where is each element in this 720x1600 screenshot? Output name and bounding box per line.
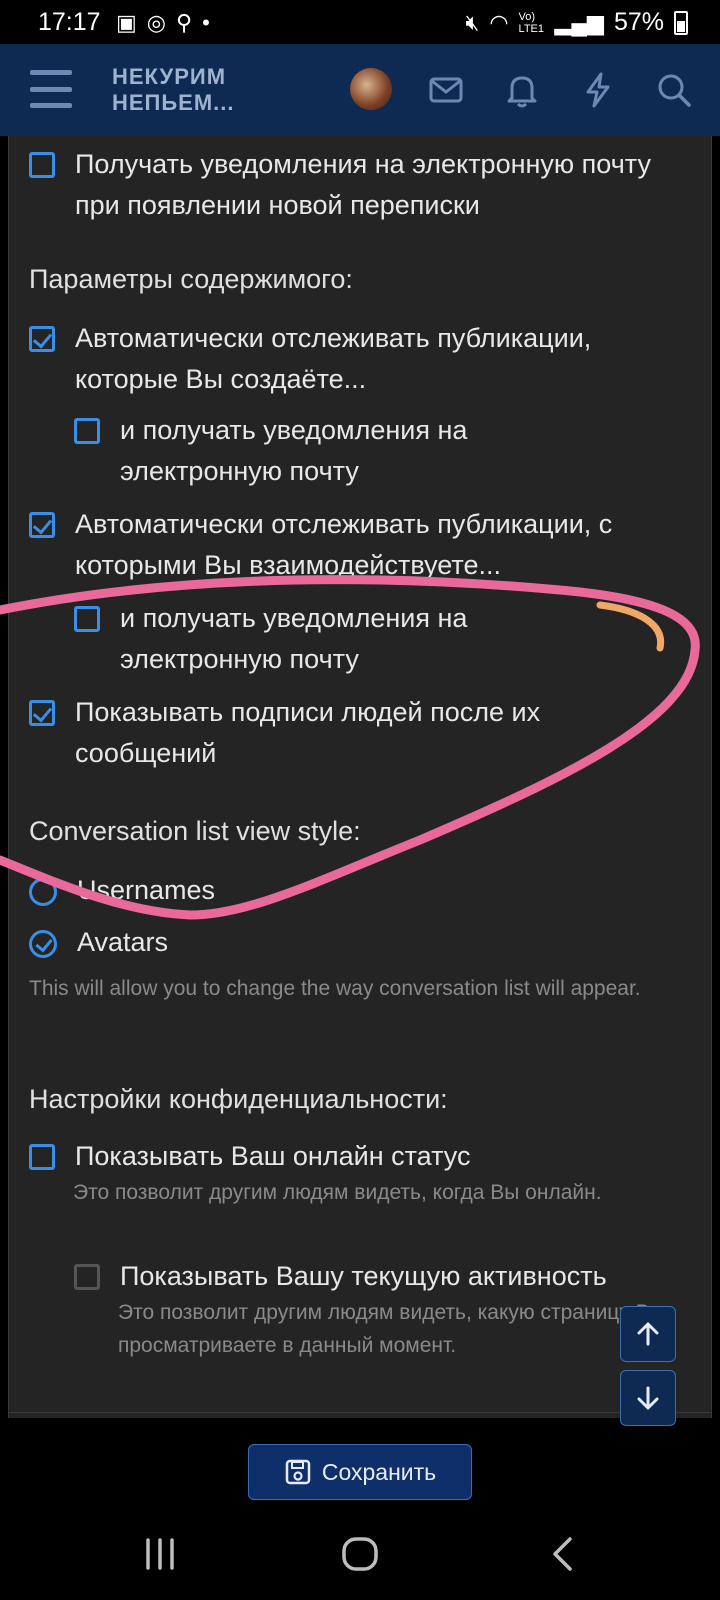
home-icon[interactable] <box>340 1536 380 1572</box>
save-button[interactable]: Сохранить <box>248 1444 472 1500</box>
notification-icons: ▣ ◎ ⚲ • <box>116 10 210 36</box>
checkbox-watch-created-email[interactable] <box>74 418 100 444</box>
avatar[interactable] <box>350 68 392 110</box>
option-watch-interacted[interactable]: Автоматически отслеживать публикации, с … <box>29 508 699 586</box>
section-title-privacy: Настройки конфиденциальности: <box>29 1084 448 1114</box>
recent-apps-icon[interactable] <box>140 1536 180 1572</box>
option-label: и получать уведомления на электронную по… <box>120 415 468 486</box>
checkbox-watch-interacted-email[interactable] <box>74 606 100 632</box>
status-bar: 17:17 ▣ ◎ ⚲ • 🔇︎ ◠ Vo) LTE1 ▂▄▆ 57% <box>0 0 720 44</box>
option-label: Показывать подписи людей после их сообще… <box>75 697 541 768</box>
option-label: Показывать Ваш онлайн статус <box>75 1141 471 1171</box>
option-show-online[interactable]: Показывать Ваш онлайн статус <box>29 1140 669 1177</box>
section-title-conversation-style: Conversation list view style: <box>29 816 361 846</box>
back-icon[interactable] <box>548 1536 578 1572</box>
system-nav-bar <box>0 1508 720 1600</box>
show-online-hint: Это позволит другим людям видеть, когда … <box>73 1181 602 1204</box>
preferences-panel: Получать уведомления на электронную почт… <box>8 136 712 1418</box>
logo-line-1: НЕКУРИМ <box>112 64 227 89</box>
dot-icon: • <box>202 10 210 35</box>
checkbox-email-new-conversation[interactable] <box>29 152 55 178</box>
checkbox-watch-created[interactable] <box>29 326 55 352</box>
battery-icon <box>674 10 688 35</box>
option-label: Автоматически отслеживать публикации, ко… <box>75 323 592 394</box>
radio-usernames[interactable] <box>29 878 57 906</box>
arrow-up-icon <box>637 1322 659 1346</box>
instagram-icon: ◎ <box>146 10 166 35</box>
option-show-activity[interactable]: Показывать Вашу текущую активность <box>74 1260 694 1297</box>
battery-percent: 57% <box>613 8 664 36</box>
system-icons: 🔇︎ ◠ Vo) LTE1 ▂▄▆ 57% <box>465 8 688 37</box>
option-email-new-conversation[interactable]: Получать уведомления на электронную почт… <box>29 148 669 226</box>
checkbox-show-signatures[interactable] <box>29 700 55 726</box>
option-label: Получать уведомления на электронную почт… <box>75 149 651 220</box>
search-icon[interactable] <box>654 70 694 110</box>
radio-avatars[interactable] <box>29 930 57 958</box>
form-divider <box>9 1412 711 1413</box>
app-header: НЕКУРИМ НЕПЬЕМ... <box>0 44 720 136</box>
site-logo[interactable]: НЕКУРИМ НЕПЬЕМ... <box>112 64 235 116</box>
arrow-down-icon <box>637 1386 659 1410</box>
checkbox-watch-interacted[interactable] <box>29 512 55 538</box>
option-watch-interacted-email[interactable]: и получать уведомления на электронную по… <box>74 602 594 680</box>
option-label: Показывать Вашу текущую активность <box>120 1261 607 1291</box>
radio-option-avatars[interactable]: Avatars <box>29 926 168 963</box>
section-title-content: Параметры содержимого: <box>29 264 353 294</box>
wifi-icon: ◠ <box>489 9 509 35</box>
clock: 17:17 <box>38 8 101 36</box>
search-icon: ⚲ <box>176 10 193 35</box>
scroll-down-button[interactable] <box>620 1370 676 1426</box>
save-label: Сохранить <box>321 1458 437 1485</box>
mute-icon: 🔇︎ <box>465 9 480 35</box>
option-label: Usernames <box>77 875 216 905</box>
show-activity-hint: Это позволит другим людям видеть, какую … <box>118 1301 665 1357</box>
option-show-signatures[interactable]: Показывать подписи людей после их сообще… <box>29 696 669 774</box>
mail-icon[interactable] <box>426 70 466 110</box>
scroll-up-button[interactable] <box>620 1306 676 1362</box>
option-label: Автоматически отслеживать публикации, с … <box>75 509 613 580</box>
conversation-style-hint: This will allow you to change the way co… <box>29 977 641 1000</box>
checkbox-show-online[interactable] <box>29 1144 55 1170</box>
logo-line-2: НЕПЬЕМ... <box>112 90 235 115</box>
bolt-icon[interactable] <box>578 70 618 110</box>
radio-option-usernames[interactable]: Usernames <box>29 874 215 911</box>
signal-icon: ▂▄▆ <box>554 9 604 35</box>
menu-icon[interactable] <box>30 70 72 108</box>
option-watch-created[interactable]: Автоматически отслеживать публикации, ко… <box>29 322 689 400</box>
option-watch-created-email[interactable]: и получать уведомления на электронную по… <box>74 414 594 492</box>
option-label: Avatars <box>77 927 169 957</box>
checkbox-show-activity[interactable] <box>74 1264 100 1290</box>
option-label: и получать уведомления на электронную по… <box>120 603 468 674</box>
network-label: Vo) LTE1 <box>518 10 544 35</box>
bell-icon[interactable] <box>502 70 542 110</box>
gallery-icon: ▣ <box>116 10 137 35</box>
save-icon <box>285 1459 311 1485</box>
